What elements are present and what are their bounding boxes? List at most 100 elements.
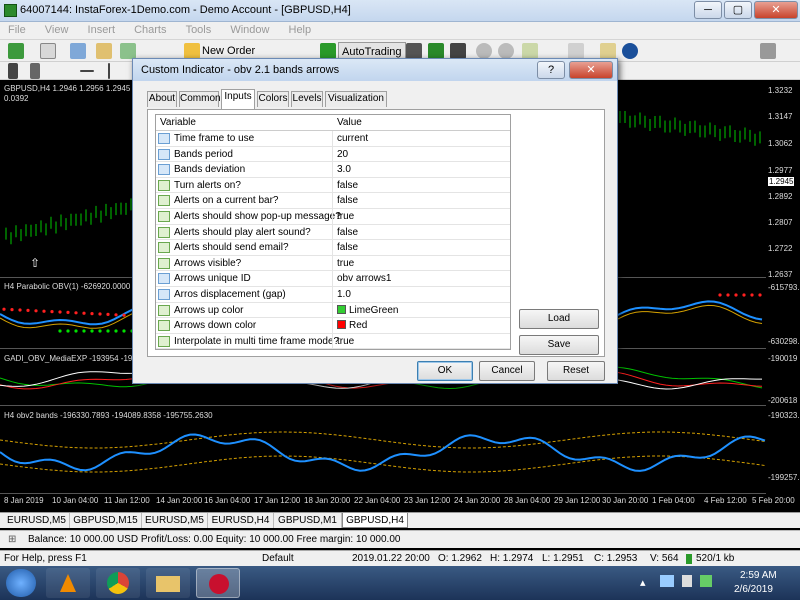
param-value[interactable]: false [334,178,358,193]
start-button[interactable] [6,569,36,597]
col-value-header: Value [337,117,362,128]
chart-shift-icon[interactable] [568,43,584,59]
clock-date[interactable]: 2/6/2019 [734,584,773,595]
zoom-in-icon[interactable] [476,43,492,59]
tab-visualization[interactable]: Visualization [325,91,387,107]
file-explorer-icon[interactable] [146,568,190,598]
candlestick-icon[interactable] [428,43,444,59]
window-title: 64007144: InstaForex-1Demo.com - Demo Ac… [20,4,351,16]
dialog-help-button[interactable]: ? [537,61,565,79]
tab-colors[interactable]: Colors [257,91,289,107]
param-value[interactable]: 3.0 [334,162,351,177]
param-value[interactable]: 20 [334,147,348,162]
load-button[interactable]: Load [519,309,599,329]
param-row[interactable]: Alerts should play alert sound? false [156,224,510,241]
menu-view[interactable]: View [37,22,77,38]
param-value[interactable]: false [334,225,358,240]
tile-windows-icon[interactable] [522,43,538,59]
status-low: L: 1.2951 [542,553,584,564]
param-row[interactable]: Time frame to use current [156,131,510,147]
menu-charts[interactable]: Charts [126,22,174,38]
param-name: Arrows down color [174,320,257,332]
bands-pane[interactable]: H4 obv2 bands -196330.7893 -194089.8358 … [0,407,766,494]
tab-symbol[interactable]: EURUSD,M5 [4,513,70,528]
param-value[interactable]: obv arrows1 [334,271,391,286]
param-value[interactable]: false [334,193,358,208]
save-button[interactable]: Save [519,335,599,355]
hline-icon[interactable] [80,70,94,72]
param-value[interactable]: LimeGreen [334,303,398,318]
chrome-icon[interactable] [96,568,140,598]
dialog-close-button[interactable]: ✕ [569,61,613,79]
metatrader-icon[interactable] [196,568,240,598]
clock-time[interactable]: 2:59 AM [740,570,777,581]
param-row[interactable]: Alerts should send email? false [156,240,510,256]
menu-window[interactable]: Window [222,22,277,38]
param-value[interactable]: true [334,256,354,271]
param-row[interactable]: Bands deviation 3.0 [156,162,510,178]
zoom-out-icon[interactable] [498,43,514,59]
param-row[interactable]: Bands period 20 [156,146,510,163]
tab-symbol[interactable]: GBPUSD,M15 [70,513,142,528]
tray-app-icon[interactable] [700,575,712,587]
param-value[interactable]: true [334,209,354,224]
vline-icon[interactable] [108,63,110,79]
tab-levels[interactable]: Levels [291,91,323,107]
param-row[interactable]: Arrows down color Red [156,318,510,334]
param-value[interactable]: 1.0 [334,287,351,302]
terminal-icon[interactable] [120,43,136,59]
tab-about[interactable]: About [147,91,177,107]
param-row[interactable]: Arrows up color LimeGreen [156,302,510,319]
reset-button[interactable]: Reset [547,361,605,381]
param-value[interactable]: true [334,334,354,349]
new-chart-icon[interactable] [8,43,24,59]
market-watch-icon[interactable] [70,43,86,59]
periods-icon[interactable] [622,43,638,59]
new-order-icon[interactable] [184,43,200,59]
param-row[interactable]: Arrows unique ID obv arrows1 [156,271,510,287]
maximize-button[interactable]: ▢ [724,1,752,19]
menu-help[interactable]: Help [281,22,320,38]
dialog-title-bar[interactable]: Custom Indicator - obv 2.1 bands arrows … [133,59,617,81]
indicators-icon[interactable] [600,43,616,59]
close-button[interactable]: ✕ [754,1,798,19]
expand-icon[interactable]: ⊞ [8,531,16,549]
string-icon [158,273,170,285]
search-icon[interactable] [760,43,776,59]
tab-common[interactable]: Common [179,91,221,107]
cursor-icon[interactable] [8,63,18,79]
param-row[interactable]: Arros displacement (gap) 1.0 [156,286,510,303]
cancel-button[interactable]: Cancel [479,361,535,381]
param-value[interactable]: false [334,240,358,255]
profiles-icon[interactable] [40,43,56,59]
tray-expand-icon[interactable]: ▴ [640,576,646,589]
param-row[interactable]: Arrows visible? true [156,255,510,272]
tab-symbol-active[interactable]: GBPUSD,H4 [342,513,408,528]
custom-indicator-dialog: Custom Indicator - obv 2.1 bands arrows … [132,58,618,384]
autotrading-icon[interactable] [320,43,336,59]
tab-symbol[interactable]: GBPUSD,M1 [274,513,342,528]
vlc-icon[interactable] [46,568,90,598]
param-value[interactable]: current [334,131,368,146]
menu-file[interactable]: File [0,22,34,38]
sar-dot [74,311,78,315]
menu-tools[interactable]: Tools [178,22,220,38]
crosshair-icon[interactable] [30,63,40,79]
param-row[interactable]: Alerts should show pop-up message? true [156,208,510,225]
tab-inputs[interactable]: Inputs [221,89,255,109]
minimize-button[interactable]: ─ [694,1,722,19]
network-icon[interactable] [660,575,674,587]
param-value[interactable]: Red [334,318,367,333]
tab-symbol[interactable]: EURUSD,M5 [142,513,208,528]
sar-dot [82,329,86,333]
line-chart-icon[interactable] [450,43,466,59]
param-row[interactable]: Turn alerts on? false [156,177,510,194]
tab-symbol[interactable]: EURUSD,H4 [208,513,274,528]
volume-icon[interactable] [682,575,692,587]
menu-insert[interactable]: Insert [80,22,124,38]
ok-button[interactable]: OK [417,361,473,381]
bar-chart-icon[interactable] [406,43,422,59]
param-row[interactable]: Interpolate in multi time frame mode? tru… [156,333,510,350]
param-row[interactable]: Alerts on a current bar? false [156,193,510,209]
navigator-icon[interactable] [96,43,112,59]
